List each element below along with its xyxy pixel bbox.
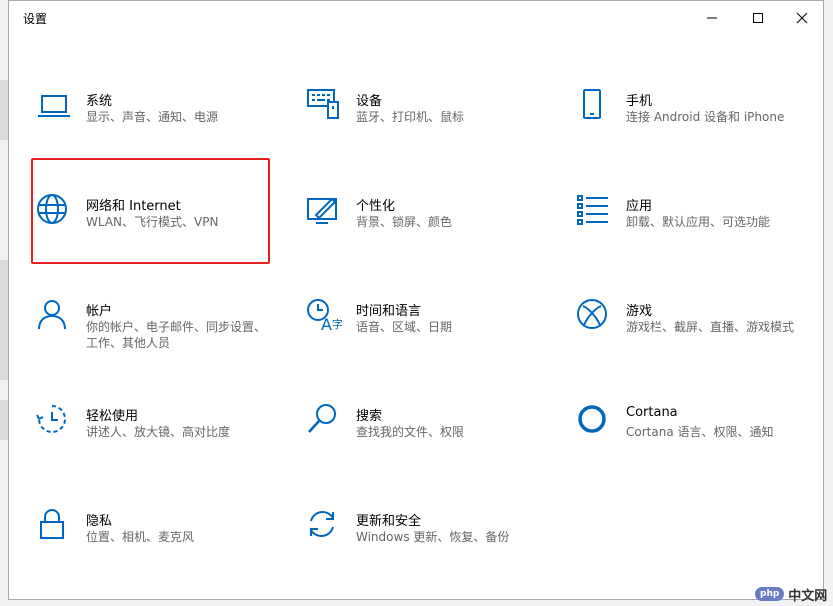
tile-desc: 查找我的文件、权限 <box>356 425 465 439</box>
tile-ease-of-access[interactable]: 轻松使用 讲述人、放大镜、高对比度 <box>36 403 286 493</box>
tile-desc: 显示、声音、通知、电源 <box>86 110 219 124</box>
personalization-icon <box>306 193 346 233</box>
tile-title: 隐私 <box>86 514 113 529</box>
tile-privacy[interactable]: 隐私 位置、相机、麦克风 <box>36 508 286 598</box>
red-highlight-box <box>31 158 270 264</box>
keyboard-device-icon <box>306 88 346 128</box>
lock-icon <box>36 508 76 548</box>
person-icon <box>36 298 76 338</box>
apps-list-icon <box>576 193 616 233</box>
tile-update-security[interactable]: 更新和安全 Windows 更新、恢复、备份 <box>306 508 556 598</box>
settings-window: 设置 系统 显示、声音、通知、电源 设备 蓝牙、打印机、鼠标 手机 连接 And… <box>8 0 824 600</box>
tile-desc: 蓝牙、打印机、鼠标 <box>356 110 465 124</box>
tile-desc: Windows 更新、恢复、备份 <box>356 530 510 544</box>
tile-accounts[interactable]: 帐户 你的帐户、电子邮件、同步设置、工作、其他人员 <box>36 298 286 388</box>
tile-desc: 讲述人、放大镜、高对比度 <box>86 425 231 439</box>
tile-desc: 游戏栏、截屏、直播、游戏模式 <box>626 320 795 334</box>
tile-apps[interactable]: 应用 卸载、默认应用、可选功能 <box>576 193 826 283</box>
title-bar[interactable]: 设置 <box>9 1 823 35</box>
tile-desc: 卸载、默认应用、可选功能 <box>626 215 771 229</box>
svg-text:字: 字 <box>332 317 343 331</box>
svg-text:A: A <box>321 315 332 334</box>
tile-title: 轻松使用 <box>86 409 139 424</box>
phone-icon <box>576 88 616 128</box>
tile-title: 应用 <box>626 199 653 214</box>
close-icon <box>796 12 808 24</box>
tile-phone[interactable]: 手机 连接 Android 设备和 iPhone <box>576 88 826 178</box>
tile-desc: 连接 Android 设备和 iPhone <box>626 110 785 124</box>
search-icon <box>306 403 346 443</box>
window-title: 设置 <box>23 12 48 26</box>
tile-title: 游戏 <box>626 304 653 319</box>
watermark-logo: php <box>755 587 785 601</box>
tile-cortana[interactable]: Cortana Cortana 语言、权限、通知 <box>576 403 826 493</box>
cortana-icon <box>576 403 616 443</box>
tile-title: 帐户 <box>86 304 113 319</box>
watermark-text: 中文网 <box>788 588 828 604</box>
minimize-icon <box>707 17 717 19</box>
minimize-button[interactable] <box>689 1 735 35</box>
maximize-button[interactable] <box>735 1 781 35</box>
tile-desc: 语音、区域、日期 <box>356 320 453 334</box>
tile-personalization[interactable]: 个性化 背景、锁屏、颜色 <box>306 193 556 283</box>
tile-title: Cortana <box>626 405 678 420</box>
tile-title: 搜索 <box>356 409 383 424</box>
laptop-icon <box>36 88 76 128</box>
tile-title: 系统 <box>86 94 113 109</box>
time-language-icon: A字 <box>306 298 346 338</box>
xbox-icon <box>576 298 616 338</box>
tile-desc: 你的帐户、电子邮件、同步设置、工作、其他人员 <box>86 320 267 350</box>
tile-title: 设备 <box>356 94 383 109</box>
tile-devices[interactable]: 设备 蓝牙、打印机、鼠标 <box>306 88 556 178</box>
close-button[interactable] <box>779 1 825 35</box>
tile-title: 时间和语言 <box>356 304 422 319</box>
tile-desc: 背景、锁屏、颜色 <box>356 215 453 229</box>
maximize-icon <box>753 13 763 23</box>
tile-time-language[interactable]: A字 时间和语言 语音、区域、日期 <box>306 298 556 388</box>
watermark: php 中文网 <box>755 582 831 606</box>
tile-title: 手机 <box>626 94 653 109</box>
tile-desc: 位置、相机、麦克风 <box>86 530 195 544</box>
tile-search[interactable]: 搜索 查找我的文件、权限 <box>306 403 556 493</box>
ease-of-access-icon <box>36 403 76 443</box>
update-icon <box>306 508 346 548</box>
tile-desc: Cortana 语言、权限、通知 <box>626 425 774 439</box>
tile-title: 更新和安全 <box>356 514 422 529</box>
tile-gaming[interactable]: 游戏 游戏栏、截屏、直播、游戏模式 <box>576 298 826 388</box>
tile-title: 个性化 <box>356 199 396 214</box>
